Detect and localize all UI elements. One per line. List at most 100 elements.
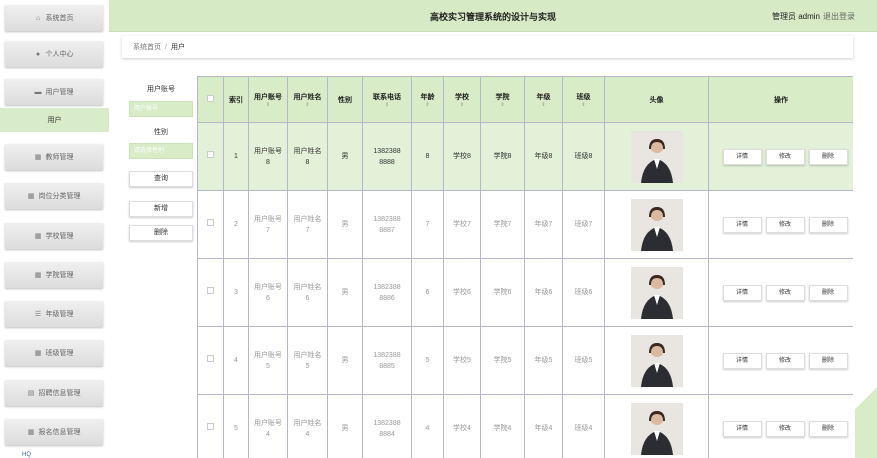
- sidebar-item-user[interactable]: 用户: [0, 108, 109, 132]
- row-checkbox[interactable]: [207, 219, 214, 226]
- header-select-all[interactable]: [197, 76, 224, 123]
- avatar-image: [630, 334, 683, 387]
- cell-grade: 年级7: [524, 190, 563, 259]
- delete-button[interactable]: 删除: [808, 216, 848, 233]
- cell-phone: 1382388 8887: [362, 190, 412, 259]
- row-select-cell[interactable]: [197, 122, 224, 191]
- sort-icon[interactable]: ⇕: [288, 102, 327, 108]
- sidebar-item-job-category[interactable]: ▦ 岗位分类管理: [5, 183, 103, 209]
- row-checkbox[interactable]: [207, 355, 214, 362]
- header-school[interactable]: 学校 ⇕: [443, 76, 481, 123]
- select-all-checkbox[interactable]: [207, 95, 214, 102]
- sidebar-item-college[interactable]: ▦ 学院管理: [5, 262, 103, 288]
- sidebar-item-recruitment[interactable]: ▤ 招聘信息管理: [5, 380, 103, 406]
- cell-text: 用户姓名: [293, 215, 322, 223]
- sort-icon[interactable]: ⇕: [249, 102, 287, 108]
- cell-text: 8888: [379, 158, 395, 166]
- header-class[interactable]: 班级 ⇕: [562, 76, 605, 123]
- edit-button[interactable]: 修改: [765, 216, 805, 233]
- row-checkbox[interactable]: [207, 423, 214, 430]
- cell-age: 7: [411, 190, 444, 259]
- sort-icon[interactable]: ⇕: [363, 102, 411, 108]
- cell-text: 8885: [379, 362, 395, 370]
- cell-account: 用户账号 7: [248, 190, 288, 259]
- detail-button[interactable]: 详情: [722, 284, 762, 301]
- cell-text: 1382388: [373, 215, 401, 223]
- grid-icon: ▦: [27, 192, 35, 200]
- sidebar-item-school[interactable]: ▦ 学校管理: [5, 223, 103, 249]
- cell-grade: 年级5: [524, 326, 563, 395]
- row-checkbox[interactable]: [207, 151, 214, 158]
- cell-school: 学校8: [443, 122, 481, 191]
- delete-button[interactable]: 删除: [808, 284, 848, 301]
- header-label: 学院: [495, 93, 510, 101]
- sidebar-item-class[interactable]: ▦ 班级管理: [5, 340, 103, 366]
- delete-button[interactable]: 删除: [808, 420, 848, 437]
- sidebar-item-profile[interactable]: ● 个人中心: [5, 41, 103, 67]
- sort-icon[interactable]: ⇕: [563, 102, 604, 108]
- header-age[interactable]: 年龄 ⇕: [411, 76, 444, 123]
- current-user: 管理员 admin: [771, 12, 820, 21]
- app-title: 高校实习管理系统的设计与实现: [429, 12, 556, 22]
- sort-icon[interactable]: ⇕: [481, 102, 524, 108]
- header-label: 用户账号: [254, 93, 282, 101]
- sidebar-item-user-management[interactable]: ▬ 用户管理: [5, 79, 103, 105]
- taskbar-text: HQ: [22, 452, 31, 458]
- query-button[interactable]: 查询: [129, 171, 193, 187]
- header-label: 年龄: [420, 93, 435, 101]
- decorative-corner: [855, 362, 877, 458]
- cell-text: 5: [266, 362, 270, 370]
- cell-actions: 详情 修改 删除: [708, 190, 853, 259]
- cell-school: 学校4: [443, 394, 481, 458]
- delete-button[interactable]: 删除: [808, 352, 848, 369]
- header-grade[interactable]: 年级 ⇕: [524, 76, 563, 123]
- cell-text: 4: [266, 430, 270, 438]
- cell-class: 班级5: [562, 326, 605, 395]
- edit-button[interactable]: 修改: [765, 284, 805, 301]
- detail-button[interactable]: 详情: [722, 148, 762, 165]
- detail-button[interactable]: 详情: [722, 420, 762, 437]
- sidebar-item-label: 学院管理: [45, 272, 74, 279]
- sidebar-item-registration[interactable]: ▦ 报名信息管理: [5, 419, 103, 445]
- grid-icon: ▦: [34, 271, 42, 279]
- sidebar-item-teacher[interactable]: ▦ 教师管理: [5, 144, 103, 170]
- cell-school: 学校6: [443, 258, 481, 327]
- header-name[interactable]: 用户姓名 ⇕: [287, 76, 328, 123]
- table-row: 2 用户账号 7 用户姓名 7 男 1382388 8887 7 学校7 学院7 年级7 班级7 详情 修改…: [197, 190, 853, 259]
- row-select-cell[interactable]: [197, 394, 224, 458]
- add-button[interactable]: 新增: [129, 201, 193, 217]
- cell-account: 用户账号 5: [248, 326, 288, 395]
- sidebar-item-home[interactable]: ⌂ 系统首页: [5, 5, 103, 31]
- header-college[interactable]: 学院 ⇕: [480, 76, 525, 123]
- header-label: 联系电话: [373, 93, 401, 101]
- sidebar-item-label: 招聘信息管理: [38, 390, 81, 397]
- row-select-cell[interactable]: [197, 326, 224, 395]
- cell-class: 班级6: [562, 258, 605, 327]
- sidebar-item-grade[interactable]: ☰ 年级管理: [5, 301, 103, 327]
- avatar-image: [630, 266, 683, 319]
- edit-button[interactable]: 修改: [765, 420, 805, 437]
- detail-button[interactable]: 详情: [722, 216, 762, 233]
- edit-button[interactable]: 修改: [765, 148, 805, 165]
- account-input[interactable]: 用户账号: [129, 101, 193, 117]
- row-select-cell[interactable]: [197, 258, 224, 327]
- row-checkbox[interactable]: [207, 287, 214, 294]
- sort-icon[interactable]: ⇕: [412, 102, 443, 108]
- sort-icon[interactable]: ⇕: [444, 102, 480, 108]
- cell-text: 用户账号: [254, 419, 282, 427]
- edit-button[interactable]: 修改: [765, 352, 805, 369]
- cell-account: 用户账号 8: [248, 122, 288, 191]
- detail-button[interactable]: 详情: [722, 352, 762, 369]
- cell-college: 学院8: [480, 122, 525, 191]
- sort-icon[interactable]: ⇕: [525, 102, 562, 108]
- gender-select[interactable]: 请选择性别: [129, 143, 193, 159]
- doc-icon: ▤: [27, 389, 35, 397]
- batch-delete-button[interactable]: 删除: [129, 225, 193, 241]
- logout-link[interactable]: 退出登录: [823, 11, 855, 22]
- account-label: 用户账号: [147, 86, 175, 93]
- breadcrumb-home[interactable]: 系统首页: [133, 42, 161, 52]
- header-account[interactable]: 用户账号 ⇕: [248, 76, 288, 123]
- row-select-cell[interactable]: [197, 190, 224, 259]
- header-phone[interactable]: 联系电话 ⇕: [362, 76, 412, 123]
- delete-button[interactable]: 删除: [808, 148, 848, 165]
